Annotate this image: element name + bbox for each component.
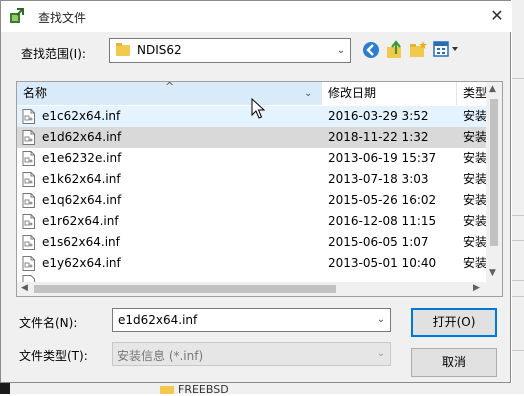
- scroll-up-icon[interactable]: ▲: [489, 84, 496, 94]
- file-date: 2018-11-22 1:32: [328, 130, 429, 144]
- dialog-title: 查找文件: [38, 11, 87, 25]
- column-date-label: 修改日期: [328, 86, 377, 100]
- look-in-combo[interactable]: NDIS62 ⌄: [109, 38, 351, 63]
- file-date: 2013-07-18 3:03: [328, 172, 429, 186]
- filename-value: e1d62x64.inf: [118, 313, 198, 327]
- inf-file-icon: [22, 172, 35, 187]
- background-window-bottom: [0, 383, 524, 394]
- scroll-left-icon[interactable]: ◀: [21, 283, 28, 293]
- file-name: e1s62x64.inf: [42, 235, 120, 249]
- scroll-down-icon[interactable]: ▼: [489, 268, 496, 278]
- title-bar: 查找文件 ✕: [1, 1, 512, 32]
- column-name-label: 名称: [23, 86, 48, 100]
- file-name: e1q62x64.inf: [42, 193, 122, 207]
- vertical-scrollbar[interactable]: ▲ ▼: [486, 82, 502, 282]
- back-arrow-icon[interactable]: [361, 40, 381, 60]
- open-button[interactable]: 打开(O): [411, 308, 497, 337]
- filetype-value: 安装信息 (*.inf): [117, 349, 204, 363]
- background-folder-label: FREEBSD: [178, 383, 229, 396]
- inf-file-icon: [22, 256, 35, 271]
- sort-ascending-icon: ^: [165, 81, 175, 93]
- inf-file-icon: [22, 130, 35, 145]
- list-item[interactable]: e1k62x64.inf 2013-07-18 3:03 安装: [17, 169, 487, 190]
- look-in-value: NDIS62: [137, 43, 182, 57]
- filetype-label: 文件类型(T):: [19, 349, 88, 363]
- file-name: e1k62x64.inf: [42, 172, 121, 186]
- file-name: e1d62x64.inf: [42, 130, 122, 144]
- file-date: 2013-05-01 10:40: [328, 256, 437, 270]
- file-date: 2015-05-26 16:02: [328, 193, 437, 207]
- view-menu-icon[interactable]: [433, 41, 461, 59]
- chevron-down-icon[interactable]: ⌄: [304, 82, 312, 105]
- folder-icon: [116, 43, 130, 56]
- inf-file-icon: [22, 193, 35, 208]
- chevron-down-icon[interactable]: ⌄: [372, 309, 390, 331]
- filename-label: 文件名(N):: [19, 316, 78, 330]
- scroll-right-icon[interactable]: ▶: [473, 283, 480, 293]
- filename-input[interactable]: e1d62x64.inf ⌄: [112, 308, 391, 332]
- list-item[interactable]: e1r62x64.inf 2016-12-08 11:15 安装: [17, 211, 487, 232]
- file-date: 2016-03-29 3:52: [328, 109, 429, 123]
- file-name: e1e6232e.inf: [42, 151, 122, 165]
- mouse-cursor-icon: [251, 98, 265, 119]
- horizontal-scroll-thumb[interactable]: [34, 285, 336, 293]
- inf-file-icon: [22, 151, 35, 166]
- column-header-name[interactable]: 名称 ^ ⌄: [17, 82, 322, 105]
- column-type-label: 类型: [463, 86, 488, 100]
- new-folder-icon[interactable]: [408, 40, 428, 60]
- file-icon: [22, 275, 35, 282]
- list-item[interactable]: e1y62x64.inf 2013-05-01 10:40 安装: [17, 253, 487, 274]
- horizontal-scrollbar[interactable]: ◀ ▶: [17, 282, 502, 296]
- vertical-scroll-thumb[interactable]: [490, 99, 498, 246]
- chevron-down-icon[interactable]: ⌄: [332, 39, 350, 62]
- list-item[interactable]: e1s62x64.inf 2015-06-05 1:07 安装: [17, 232, 487, 253]
- inf-file-icon: [22, 109, 35, 124]
- chevron-down-icon[interactable]: ⌄: [372, 343, 390, 365]
- file-name: e1y62x64.inf: [42, 256, 121, 270]
- file-name: e1c62x64.inf: [42, 109, 121, 123]
- background-folder-icon: [160, 386, 174, 394]
- column-header-date[interactable]: 修改日期: [322, 82, 457, 105]
- inf-file-icon: [22, 214, 35, 229]
- file-date: 2015-06-05 1:07: [328, 235, 429, 249]
- look-in-label: 查找范围(I):: [21, 47, 86, 61]
- close-button[interactable]: ✕: [485, 5, 509, 27]
- file-date: 2016-12-08 11:15: [328, 214, 437, 228]
- app-icon: [10, 8, 24, 23]
- filetype-select[interactable]: 安装信息 (*.inf) ⌄: [112, 342, 391, 366]
- file-date: 2013-06-19 15:37: [328, 151, 437, 165]
- background-window-edge: [512, 0, 524, 394]
- up-folder-icon[interactable]: [385, 40, 405, 60]
- cancel-button[interactable]: 取消: [411, 348, 497, 377]
- list-item[interactable]: e1q62x64.inf 2015-05-26 16:02 安装: [17, 190, 487, 211]
- list-item-partial: [17, 273, 487, 282]
- find-file-dialog: 查找文件 ✕ 查找范围(I): NDIS62 ⌄ 名称 ^ ⌄ 修改日期 类型 …: [0, 0, 512, 383]
- inf-file-icon: [22, 235, 35, 250]
- list-item[interactable]: e1e6232e.inf 2013-06-19 15:37 安装: [17, 148, 487, 169]
- file-name: e1r62x64.inf: [42, 214, 119, 228]
- close-icon: ✕: [490, 6, 504, 25]
- list-item[interactable]: e1d62x64.inf 2018-11-22 1:32 安装: [17, 127, 487, 148]
